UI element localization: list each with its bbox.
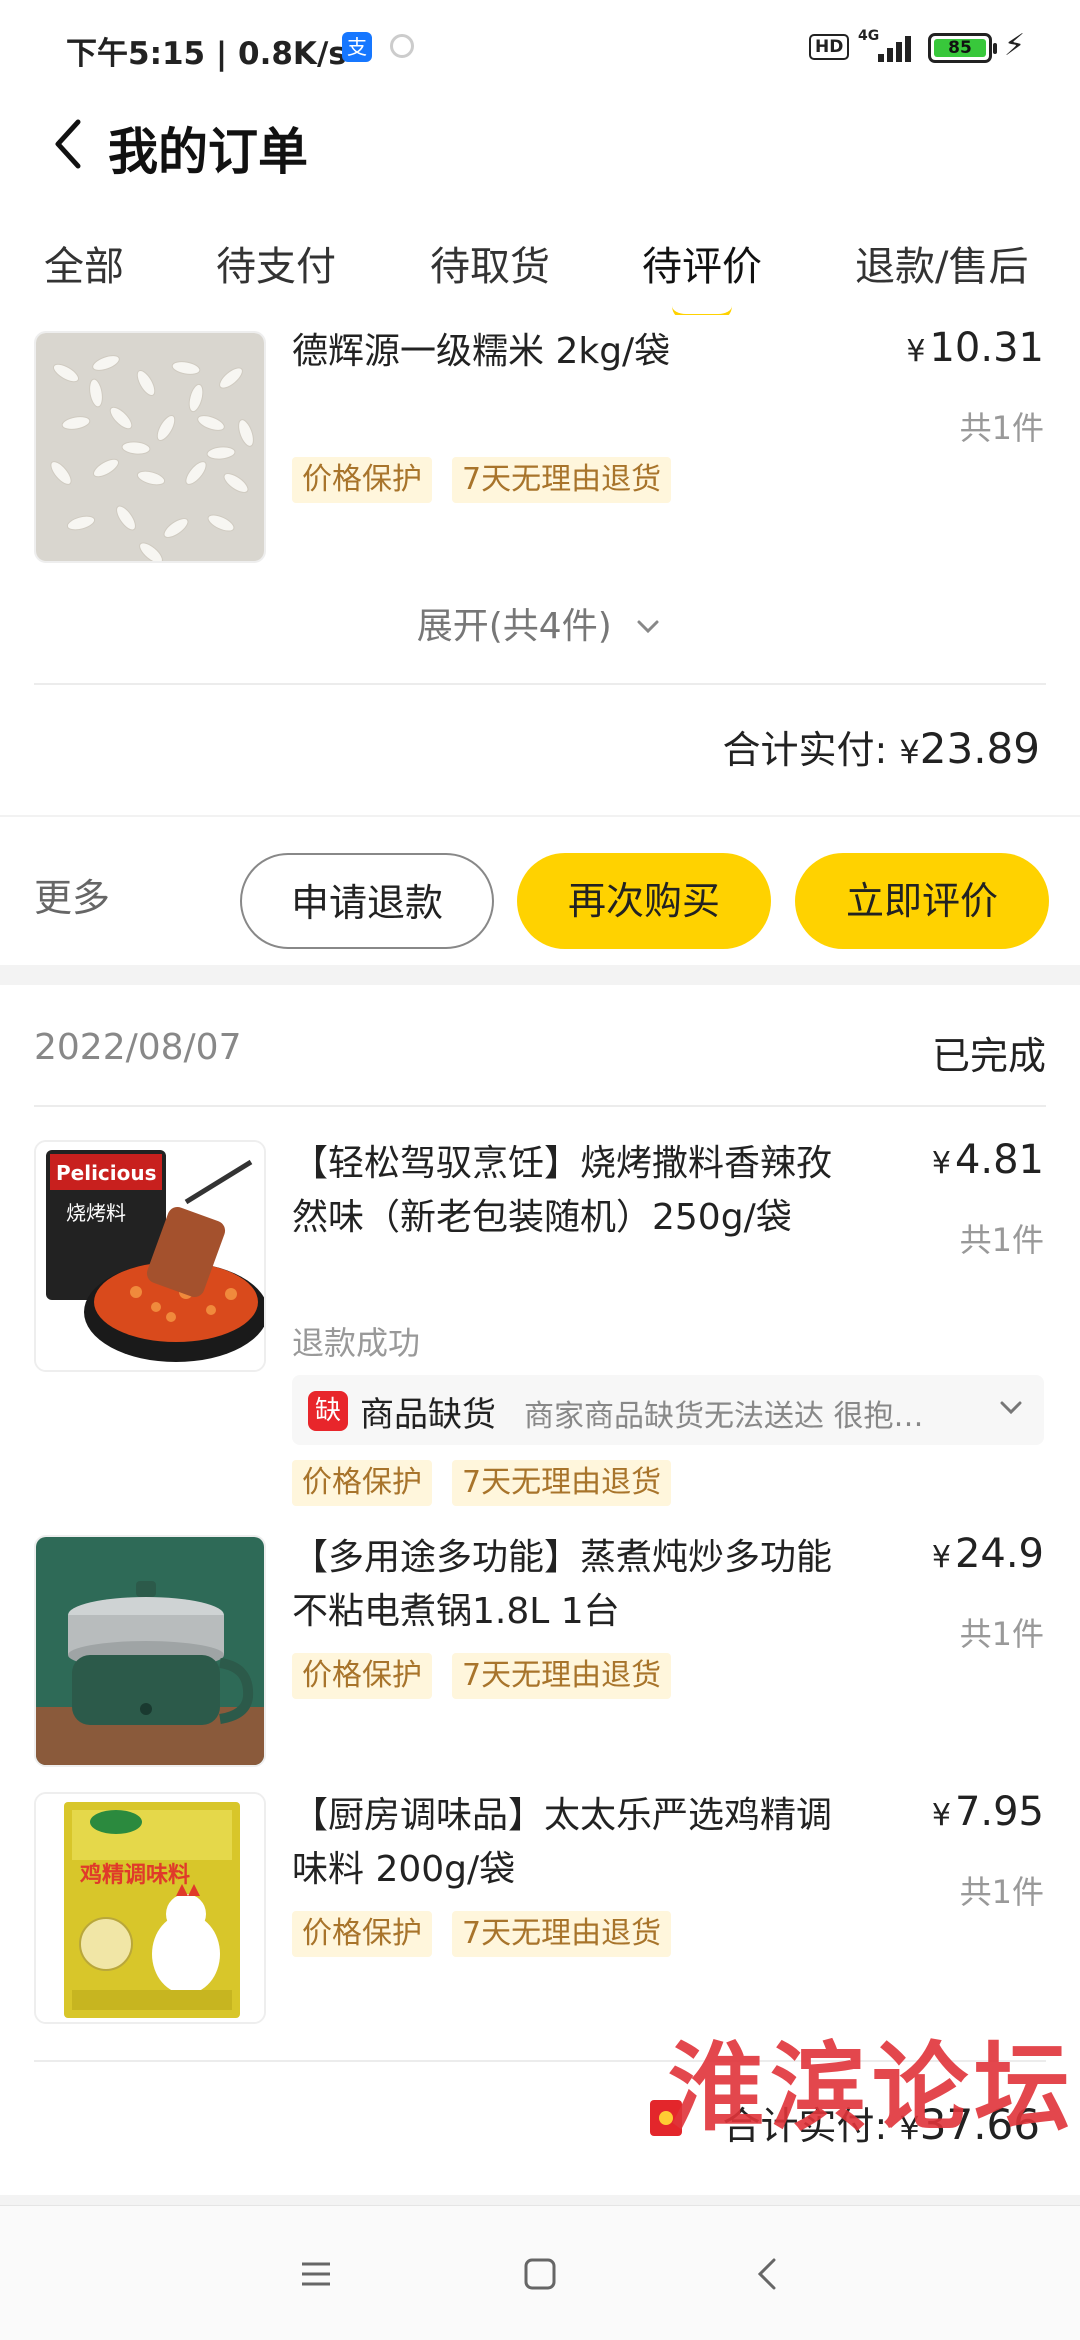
page-title: 我的订单 [108, 123, 308, 181]
badge-7day-return: 7天无理由退货 [452, 457, 672, 503]
tab-pickup[interactable]: 待取货 [430, 234, 550, 292]
chevron-left-icon [55, 119, 81, 169]
signal-icon [878, 32, 918, 62]
buy-again-button[interactable]: 再次购买 [517, 853, 771, 949]
expand-label: 展开(共4件) [416, 606, 612, 647]
hd-indicator: HD [809, 34, 850, 60]
product-name[interactable]: 【轻松驾驭烹饪】烧烤撒料香辣孜然味（新老包装随机）250g/袋 [292, 1137, 832, 1245]
tab-to-review[interactable]: 待评价 [642, 234, 762, 320]
alipay-icon: 支 [342, 32, 372, 62]
product-name[interactable]: 【多用途多功能】蒸煮炖炒多功能不粘电煮锅1.8L 1台 [292, 1531, 832, 1639]
product-qty: 共1件 [959, 1221, 1044, 1259]
product-price: ¥4.81 [932, 1137, 1044, 1183]
product-price: ¥7.95 [932, 1789, 1044, 1835]
currency-symbol: ¥ [931, 1146, 951, 1181]
badge-price-protect: 价格保护 [292, 1911, 432, 1957]
more-button[interactable]: 更多 [34, 867, 110, 922]
expand-toggle[interactable]: 展开(共4件) [0, 597, 1080, 649]
product-image-bbq-seasoning[interactable]: Pelicious 烧烤料 [34, 1140, 266, 1372]
price-value: 7.95 [954, 1789, 1044, 1835]
price-value: 24.9 [954, 1531, 1044, 1577]
chicken-essence-pack-text: 鸡精调味料 [79, 1862, 190, 1888]
out-of-stock-desc: 商家商品缺货无法送达 很抱… [524, 1399, 924, 1434]
status-bar: 下午5:15 | 0.8K/s 支 HD 4G 85 ⚡ [0, 0, 1080, 90]
badge-7day-return: 7天无理由退货 [452, 1911, 672, 1957]
refund-status: 退款成功 [292, 1324, 421, 1362]
price-value: 10.31 [929, 325, 1044, 371]
system-nav-bar [0, 2205, 1080, 2340]
bbq-sub-text: 烧烤料 [66, 1201, 126, 1225]
order-status: 已完成 [931, 1034, 1046, 1078]
currency-symbol: ¥ [906, 334, 926, 369]
product-qty: 共1件 [959, 409, 1044, 447]
back-nav-icon[interactable] [748, 2254, 788, 2294]
battery-level: 85 [934, 39, 986, 57]
home-icon[interactable] [520, 2254, 560, 2294]
badge-price-protect: 价格保护 [292, 1653, 432, 1699]
product-name[interactable]: 【厨房调味品】太太乐严选鸡精调味料 200g/袋 [292, 1789, 832, 1897]
tab-refund[interactable]: 退款/售后 [855, 234, 1028, 292]
chevron-down-icon [637, 620, 659, 634]
total-amount: 23.89 [919, 724, 1040, 773]
tab-all[interactable]: 全部 [44, 234, 124, 292]
divider [34, 683, 1046, 685]
product-image-chicken-essence[interactable]: 鸡精调味料 [34, 1792, 266, 2024]
badge-price-protect: 价格保护 [292, 457, 432, 503]
out-of-stock-tag: 缺 [308, 1391, 348, 1431]
badge-7day-return: 7天无理由退货 [452, 1653, 672, 1699]
product-image-rice[interactable] [34, 331, 266, 563]
order-actions: 更多 申请退款 再次购买 立即评价 [0, 815, 1080, 965]
badge-price-protect: 价格保护 [292, 1460, 432, 1506]
network-type: 4G [858, 28, 880, 44]
chevron-down-icon [1000, 1401, 1022, 1415]
charging-icon: ⚡ [1004, 28, 1026, 63]
forum-watermark: 淮滨论坛 [668, 2031, 1076, 2144]
product-qty: 共1件 [959, 1615, 1044, 1653]
bbq-brand-text: Pelicious [56, 1161, 157, 1185]
currency-symbol: ¥ [931, 1540, 951, 1575]
apply-refund-button[interactable]: 申请退款 [240, 853, 494, 949]
product-image-electric-pot[interactable] [34, 1535, 266, 1767]
status-time: 下午5:15 | 0.8K/s [66, 36, 347, 72]
battery-icon: 85 [928, 33, 997, 63]
back-button[interactable] [46, 114, 96, 174]
order-tabs: 全部 待支付 待取货 待评价 退款/售后 [0, 200, 1080, 320]
moon-icon [390, 34, 414, 58]
out-of-stock-notice[interactable]: 缺 商品缺货 商家商品缺货无法送达 很抱… [292, 1375, 1044, 1445]
product-price: ¥10.31 [906, 325, 1044, 371]
menu-icon[interactable] [296, 2254, 336, 2294]
currency-symbol: ¥ [899, 733, 920, 771]
product-name[interactable]: 德辉源一级糯米 2kg/袋 [292, 325, 832, 379]
divider [34, 1105, 1046, 1107]
tab-to-review-label: 待评价 [642, 244, 762, 290]
total-label: 合计实付: [722, 728, 900, 772]
out-of-stock-label: 商品缺货 [360, 1395, 496, 1435]
product-qty: 共1件 [959, 1873, 1044, 1911]
currency-symbol: ¥ [931, 1798, 951, 1833]
order-card: 德辉源一级糯米 2kg/袋 ¥10.31 共1件 价格保护 7天无理由退货 展开… [0, 315, 1080, 965]
badge-7day-return: 7天无理由退货 [452, 1460, 672, 1506]
price-value: 4.81 [954, 1137, 1044, 1183]
tab-unpaid[interactable]: 待支付 [216, 234, 336, 292]
order-total: 合计实付: ¥23.89 [723, 719, 1041, 774]
product-price: ¥24.9 [932, 1531, 1044, 1577]
page-header: 我的订单 [0, 90, 1080, 200]
review-now-button[interactable]: 立即评价 [795, 853, 1049, 949]
order-date: 2022/08/07 [34, 1027, 242, 1068]
